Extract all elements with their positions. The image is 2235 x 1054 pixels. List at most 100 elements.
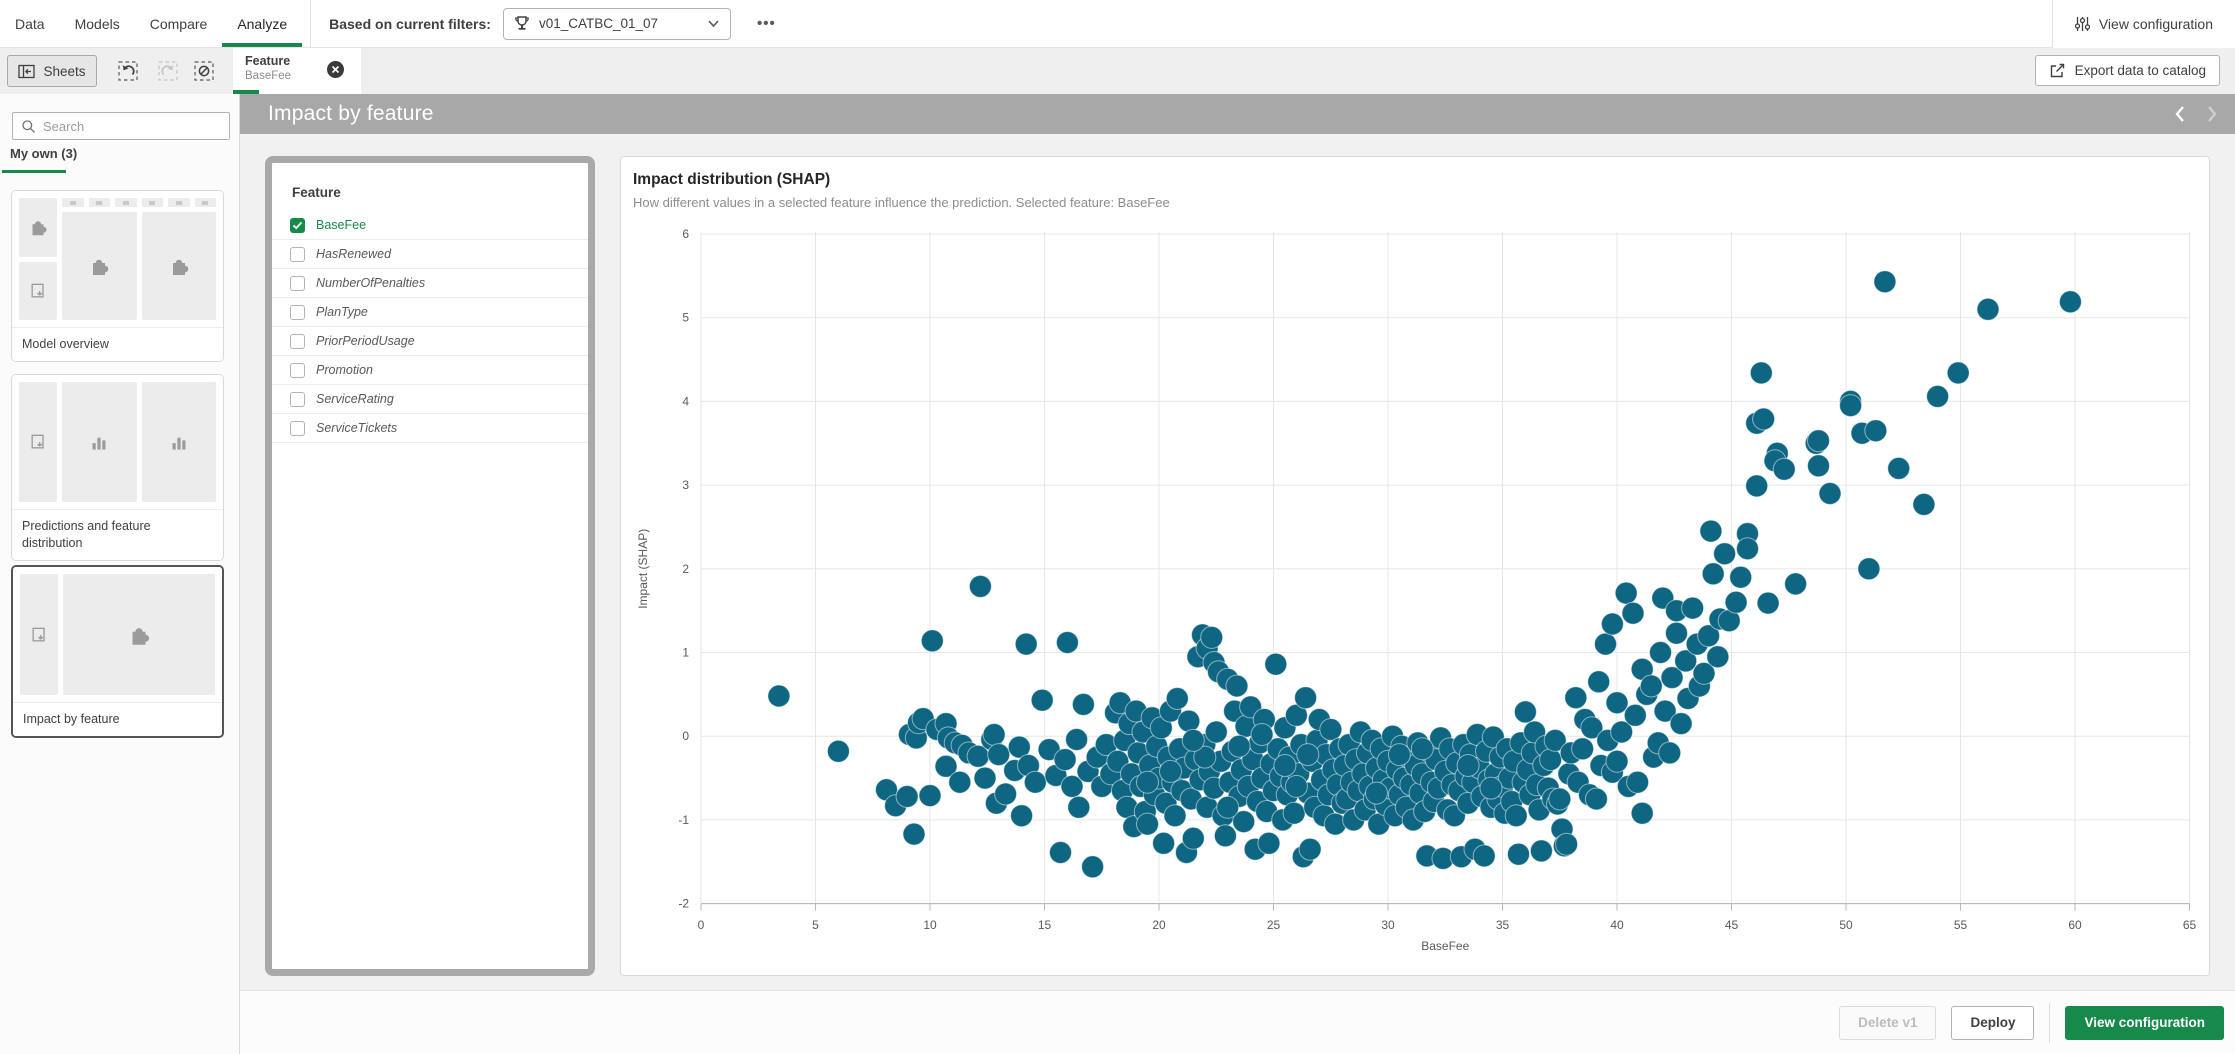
more-options-button[interactable]: ••• [743, 15, 790, 32]
feature-checkbox[interactable] [290, 392, 305, 407]
x-tick-label: 40 [1610, 918, 1624, 932]
sheet-card-impact-by-feature[interactable]: Impact by feature [11, 565, 224, 738]
feature-row[interactable]: HasRenewed [272, 240, 588, 269]
scatter-point [1737, 538, 1759, 560]
clear-selections-button[interactable] [192, 59, 216, 83]
feature-label: ServiceTickets [316, 421, 397, 435]
scatter-point [1666, 622, 1688, 644]
y-tick-label: 5 [682, 311, 689, 325]
feature-checkbox[interactable] [290, 421, 305, 436]
scatter-point [988, 744, 1010, 766]
export-label: Export data to catalog [2075, 63, 2206, 78]
scatter-point [1388, 744, 1410, 766]
x-tick-label: 30 [1381, 918, 1395, 932]
scatter-point [1540, 749, 1562, 771]
scatter-point [1549, 788, 1571, 810]
top-navigation-bar: Data Models Compare Analyze Based on cur… [0, 0, 2235, 48]
scatter-point [1808, 455, 1830, 477]
sheet-search-box[interactable] [12, 112, 230, 140]
scatter-point [1725, 591, 1747, 613]
redo-button[interactable] [156, 59, 180, 83]
feature-row[interactable]: ServiceRating [272, 385, 588, 414]
scatter-point [1056, 632, 1078, 654]
feature-filter-panel: Feature BaseFeeHasRenewedNumberOfPenalti… [265, 156, 595, 976]
kpi-chip [115, 198, 137, 207]
scatter-point [1050, 842, 1072, 864]
search-input[interactable] [43, 119, 213, 134]
scatter-point [1508, 843, 1530, 865]
feature-row[interactable]: Promotion [272, 356, 588, 385]
delete-version-button[interactable]: Delete v1 [1839, 1006, 1936, 1040]
scatter-point [1072, 693, 1094, 715]
deploy-button[interactable]: Deploy [1951, 1006, 2034, 1040]
scatter-point [1505, 805, 1527, 827]
scatter-point [1606, 692, 1628, 714]
sheets-toggle-button[interactable]: Sheets [7, 55, 97, 87]
next-sheet-icon[interactable] [2205, 104, 2219, 124]
scatter-point [1473, 845, 1495, 867]
scatter-point [1015, 633, 1037, 655]
kpi-chip [168, 198, 190, 207]
undo-button[interactable] [116, 59, 140, 83]
scatter-point [1730, 566, 1752, 588]
feature-checkbox[interactable] [290, 363, 305, 378]
scatter-point [768, 685, 790, 707]
scatter-point [1572, 738, 1594, 760]
export-data-button[interactable]: Export data to catalog [2035, 55, 2220, 86]
sheet-header: Impact by feature [240, 94, 2235, 134]
nav-tab-analyze[interactable]: Analyze [222, 0, 302, 47]
puzzle-icon [167, 254, 191, 278]
nav-tab-models[interactable]: Models [60, 0, 135, 47]
feature-row[interactable]: BaseFee [272, 211, 588, 240]
puzzle-icon [27, 216, 49, 238]
feature-label: Promotion [316, 363, 373, 377]
scatter-point [1947, 362, 1969, 384]
feature-label: BaseFee [316, 218, 366, 232]
nav-tab-data[interactable]: Data [0, 0, 60, 47]
feature-row[interactable]: ServiceTickets [272, 414, 588, 443]
bar-chart-icon [166, 429, 192, 455]
tab-my-own[interactable]: My own (3) [10, 146, 77, 161]
x-tick-label: 65 [2183, 918, 2197, 932]
scatter-point [1819, 483, 1841, 505]
x-tick-label: 60 [2068, 918, 2082, 932]
feature-row[interactable]: PriorPeriodUsage [272, 327, 588, 356]
view-configuration-top-button[interactable]: View configuration [2052, 0, 2235, 48]
feature-row[interactable]: PlanType [272, 298, 588, 327]
shap-scatter-plot[interactable]: -2-1012345605101520253035404550556065Bas… [621, 157, 2209, 975]
scatter-point [1601, 613, 1623, 635]
x-tick-label: 20 [1152, 918, 1166, 932]
feature-checkbox[interactable] [290, 334, 305, 349]
sheet-thumbnail [12, 375, 223, 509]
chart-subtitle: How different values in a selected featu… [633, 195, 1170, 210]
scatter-point [1682, 597, 1704, 619]
scatter-point [919, 785, 941, 807]
sheet-card-predictions[interactable]: Predictions and feature distribution [11, 374, 224, 561]
scatter-point [1201, 626, 1223, 648]
scatter-point [1874, 271, 1896, 293]
sheet-card-label: Impact by feature [13, 702, 222, 736]
nav-tab-compare[interactable]: Compare [135, 0, 223, 47]
feature-checkbox[interactable] [290, 247, 305, 262]
feature-checkbox[interactable] [290, 218, 305, 233]
filter-label: Based on current filters: [329, 16, 491, 32]
scatter-point [1251, 724, 1273, 746]
scatter-point [1888, 457, 1910, 479]
view-configuration-button[interactable]: View configuration [2065, 1006, 2224, 1040]
model-version-dropdown[interactable]: v01_CATBC_01_07 [503, 8, 731, 40]
feature-checkbox[interactable] [290, 276, 305, 291]
sheets-sidebar: My own (3) Model overview Prediction [0, 94, 240, 1054]
scatter-point [1182, 827, 1204, 849]
scatter-point [1588, 671, 1610, 693]
y-axis-title: Impact (SHAP) [636, 529, 650, 609]
scatter-point [1164, 805, 1186, 827]
scatter-point [1366, 782, 1388, 804]
previous-sheet-icon[interactable] [2173, 104, 2187, 124]
sheet-card-model-overview[interactable]: Model overview [11, 190, 224, 362]
y-tick-label: 4 [682, 394, 689, 408]
collapse-panel-icon [18, 64, 35, 79]
scatter-point [1160, 760, 1182, 782]
feature-row[interactable]: NumberOfPenalties [272, 269, 588, 298]
feature-checkbox[interactable] [290, 305, 305, 320]
clear-selection-icon[interactable] [327, 61, 344, 78]
